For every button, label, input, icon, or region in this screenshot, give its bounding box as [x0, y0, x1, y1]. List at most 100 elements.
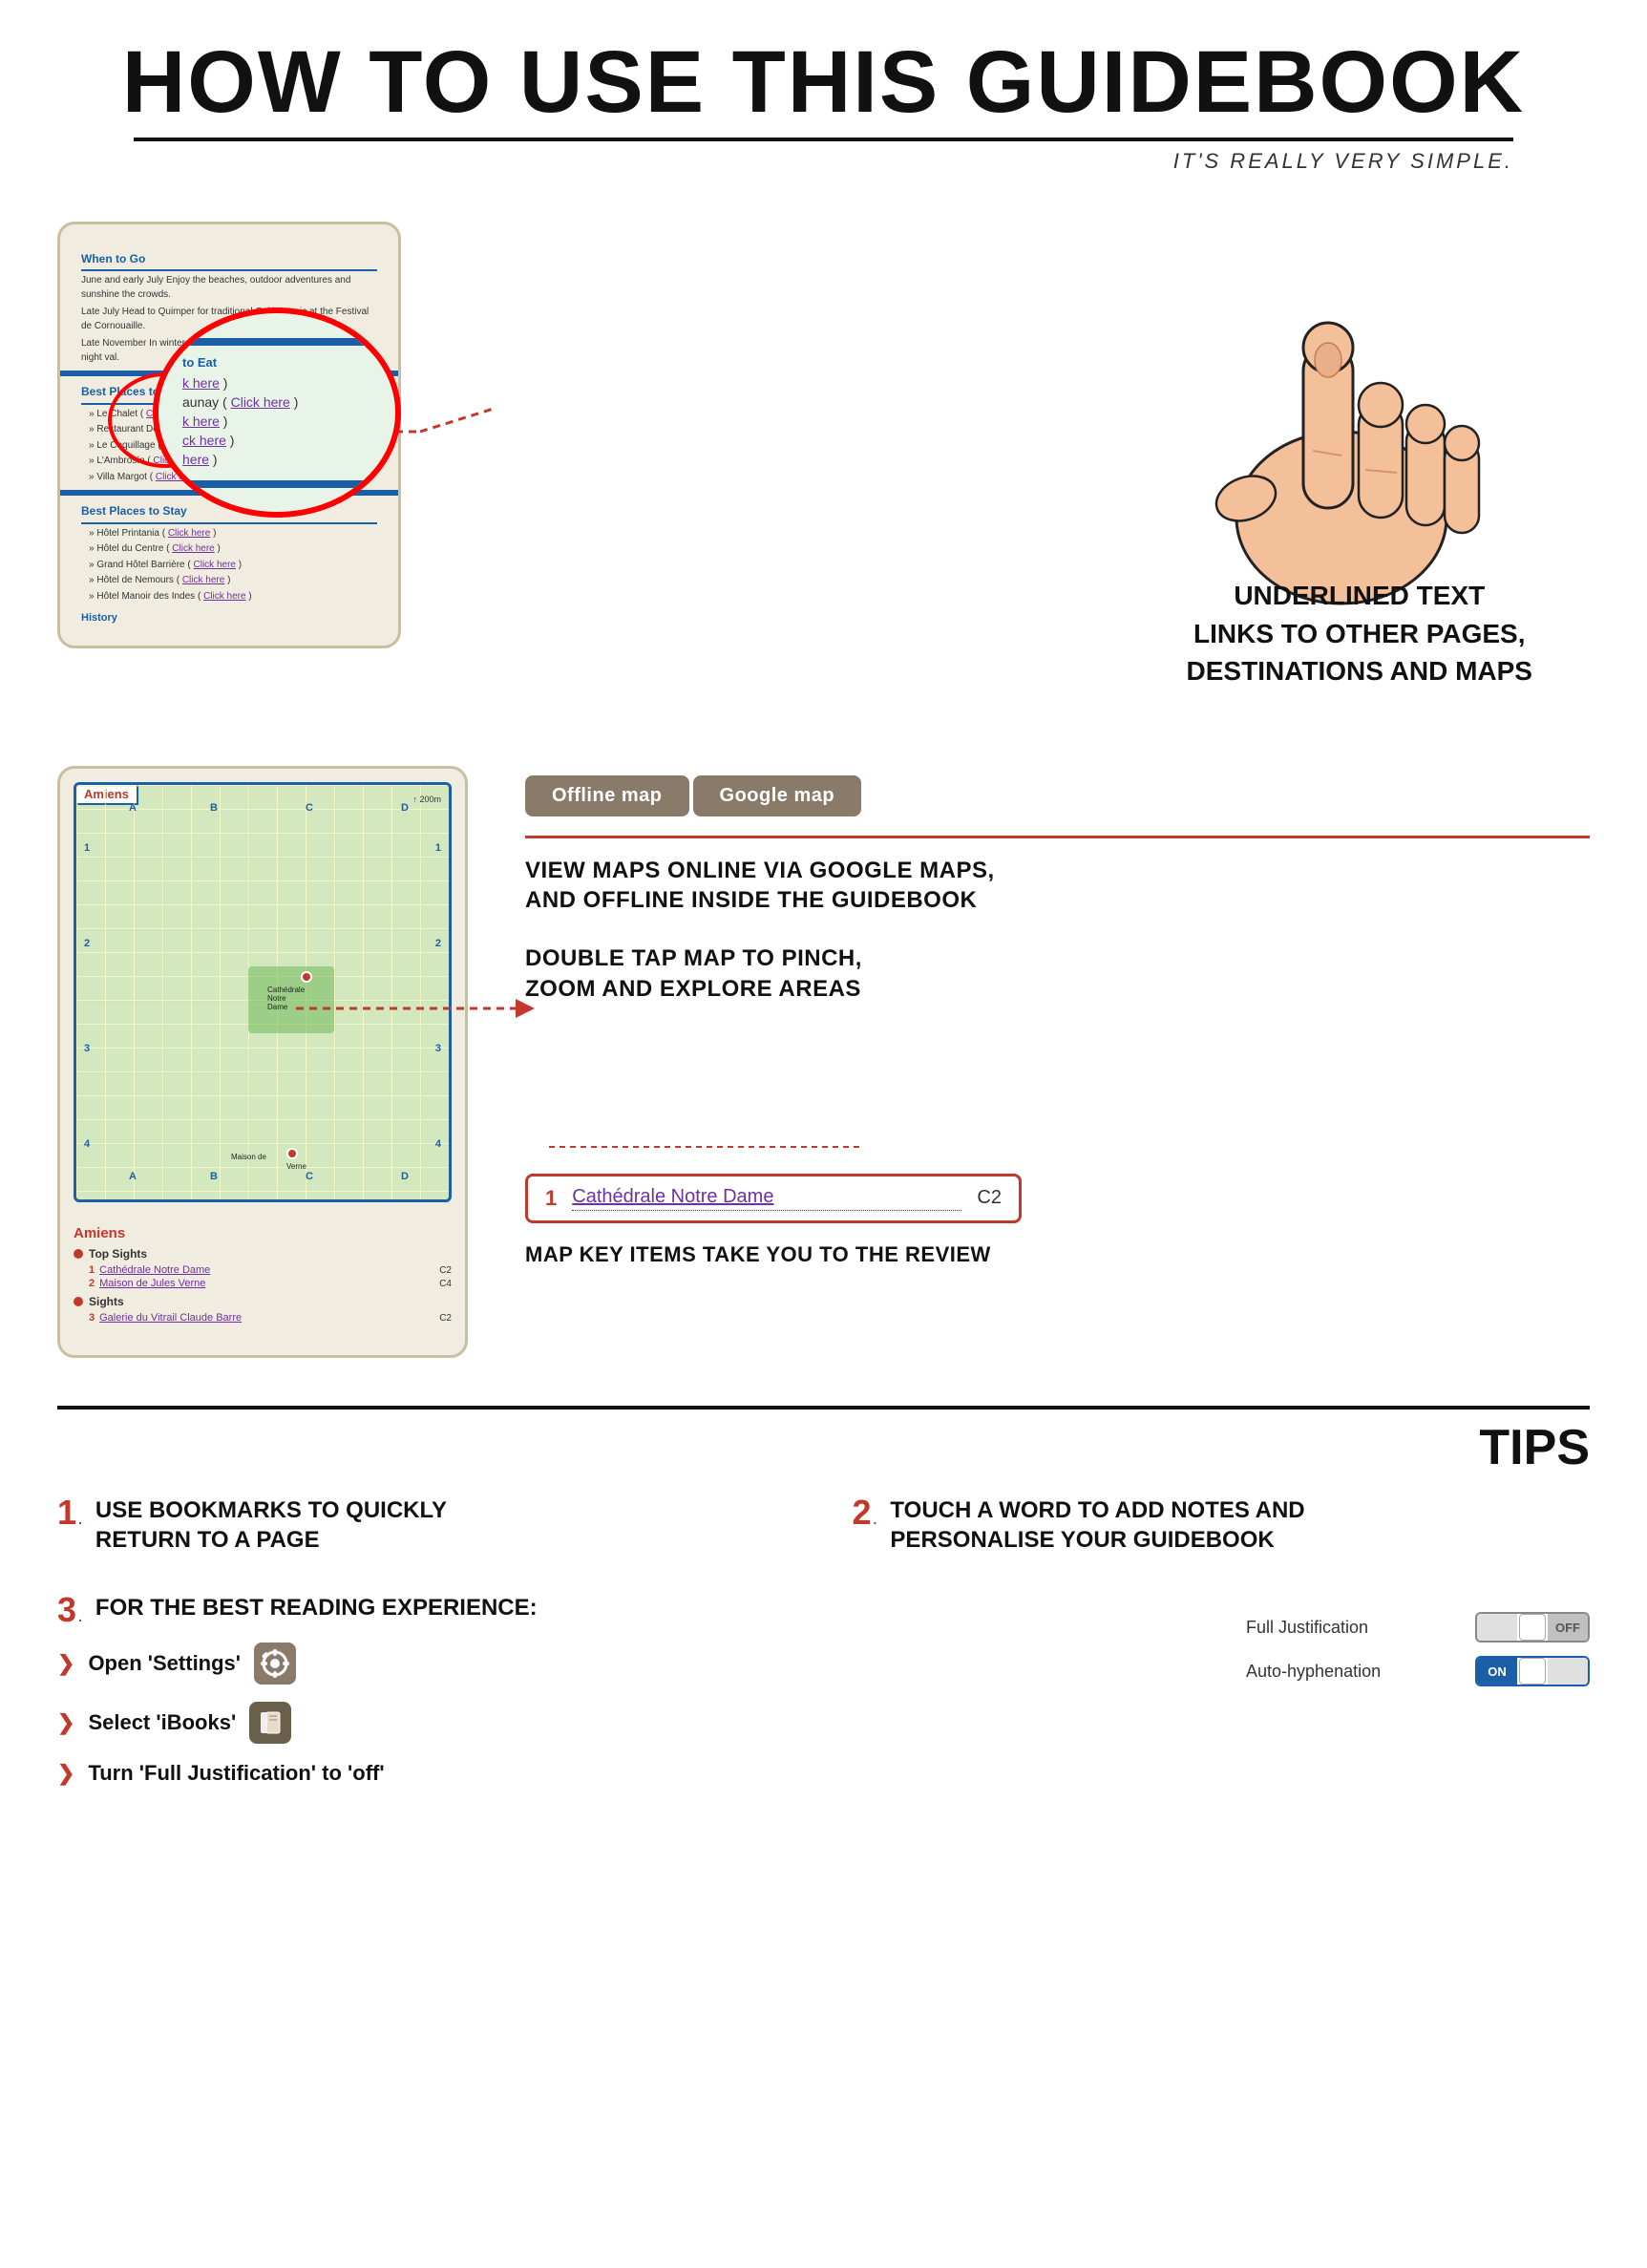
stay-item-5: Hôtel Manoir des Indes ( Click here ) [81, 590, 377, 604]
google-map-button[interactable]: Google map [693, 775, 862, 816]
highlight-area: 1 Cathédrale Notre Dame C2 MAP KEY ITEMS… [525, 1128, 1590, 1267]
stay-item-1: Hôtel Printania ( Click here ) [81, 527, 377, 541]
zoom-text: DOUBLE TAP MAP TO PINCH,ZOOM AND EXPLORE… [525, 943, 862, 1003]
top-sight-2: 2 Maison de Jules Verne C4 [74, 1278, 452, 1289]
grid-col-d: D [401, 802, 409, 814]
top-sights-label: Top Sights [89, 1247, 147, 1261]
zoom-text-block: DOUBLE TAP MAP TO PINCH,ZOOM AND EXPLORE… [525, 943, 862, 1031]
stay-link-4[interactable]: Click here [182, 575, 224, 585]
stay-item-3: Grand Hôtel Barrière ( Click here ) [81, 559, 377, 573]
settings-icon [261, 1649, 289, 1678]
highlight-coord: C2 [977, 1187, 1002, 1209]
verne-label: Verne [286, 1162, 306, 1171]
header-divider [134, 138, 1513, 141]
tip3-text-2: Select 'iBooks' [88, 1710, 236, 1735]
zoom-link-2[interactable]: Click here [231, 394, 290, 410]
sight-name-1[interactable]: Cathédrale Notre Dame [99, 1264, 439, 1276]
zoom-line-3: k here ) [182, 413, 371, 429]
tip3-left: 3. FOR THE BEST READING EXPERIENCE: ❯ Op… [57, 1593, 1189, 1803]
highlight-name[interactable]: Cathédrale Notre Dame [572, 1186, 961, 1211]
zoom-line-2: aunay ( Click here ) [182, 394, 371, 410]
grid-col-d-bot: D [401, 1171, 409, 1182]
poi-cathedral [301, 971, 312, 983]
sight-coord-1: C2 [439, 1265, 452, 1276]
zoom-line-4: ck here ) [182, 433, 371, 448]
poi-jules-verne [286, 1148, 298, 1159]
toggle-label-off-1: OFF [1548, 1614, 1588, 1641]
top-sights-header: Top Sights [74, 1247, 452, 1261]
toggle-knob-2 [1519, 1658, 1546, 1685]
stay-item-2: Hôtel du Centre ( Click here ) [81, 542, 377, 557]
tip3-icon-books [249, 1702, 291, 1744]
toggle-state-off-1 [1477, 1614, 1517, 1641]
sights-dot [74, 1297, 83, 1306]
zoom-bar-bottom [182, 480, 371, 488]
sight-num-1: 1 [89, 1264, 95, 1276]
tip3-arrow-3: ❯ [57, 1761, 74, 1786]
desc-line3: DESTINATIONS AND MAPS [1187, 652, 1532, 689]
desc-line2: LINKS TO OTHER PAGES, [1187, 615, 1532, 652]
map-mockup: Amiens A B C D 1 1 2 2 3 3 4 4 A B C D [57, 766, 468, 1358]
tip-text-2: TOUCH A WORD TO ADD NOTES ANDPERSONALISE… [890, 1495, 1304, 1555]
map-city-label: Amiens [74, 1225, 452, 1241]
tip3-sub-1: ❯ Open 'Settings' [57, 1643, 1189, 1685]
map-buttons: Offline map Google map [525, 775, 1590, 816]
zoom-line-1: k here ) [182, 375, 371, 391]
grid-col-a-bot: A [129, 1171, 137, 1182]
toggle-row-2: Auto-hyphenation ON [1246, 1656, 1590, 1686]
grid-row-3-left: 3 [84, 1043, 90, 1054]
tip-num-2: 2. [853, 1495, 877, 1530]
tip-2: 2. TOUCH A WORD TO ADD NOTES ANDPERSONAL… [853, 1495, 1591, 1555]
grid-col-b-bot: B [210, 1171, 218, 1182]
tips-grid: 1. USE BOOKMARKS TO QUICKLYRETURN TO A P… [57, 1495, 1590, 1555]
map-key-caption: MAP KEY ITEMS TAKE YOU TO THE REVIEW [525, 1242, 1590, 1267]
sight-name-2[interactable]: Maison de Jules Verne [99, 1278, 439, 1289]
zoom-link-3[interactable]: k here [182, 413, 220, 429]
toggle-label-1: Full Justification [1246, 1618, 1456, 1638]
zoom-line-5: here ) [182, 452, 371, 467]
toggle-switch-1[interactable]: OFF [1475, 1612, 1590, 1643]
toggle-label-2: Auto-hyphenation [1246, 1662, 1456, 1682]
stay-link-2[interactable]: Click here [172, 543, 214, 554]
tip3-text-1: Open 'Settings' [88, 1651, 241, 1676]
tip-num-1: 1. [57, 1495, 82, 1530]
tip3-icon-settings [254, 1643, 296, 1685]
highlight-num: 1 [545, 1186, 557, 1211]
tip3-header: 3. FOR THE BEST READING EXPERIENCE: [57, 1593, 1189, 1627]
stay-link-3[interactable]: Click here [194, 560, 236, 570]
grid-row-1-left: 1 [84, 842, 90, 854]
sight-num-2: 2 [89, 1278, 95, 1289]
zoom-link-1[interactable]: k here [182, 375, 220, 391]
zoom-link-5[interactable]: here [182, 452, 209, 467]
section-maps: Amiens A B C D 1 1 2 2 3 3 4 4 A B C D [0, 737, 1647, 1396]
when-to-go-body1: June and early July Enjoy the beaches, o… [81, 274, 377, 302]
grid-row-2-right: 2 [435, 938, 441, 949]
tip3-sub-2: ❯ Select 'iBooks' [57, 1702, 1189, 1744]
map-red-divider [525, 836, 1590, 838]
zoom-link-4[interactable]: ck here [182, 433, 226, 448]
stay-item-4: Hôtel de Nemours ( Click here ) [81, 574, 377, 588]
tips-label: TIPS [57, 1419, 1590, 1476]
tips-section: TIPS 1. USE BOOKMARKS TO QUICKLYRETURN T… [57, 1406, 1590, 1803]
sights-label: Sights [89, 1295, 124, 1308]
tip-3-section: 3. FOR THE BEST READING EXPERIENCE: ❯ Op… [57, 1593, 1590, 1803]
tip3-header-text: FOR THE BEST READING EXPERIENCE: [95, 1593, 538, 1622]
when-to-go-title: When to Go [81, 251, 377, 271]
grid-col-c-bot: C [306, 1171, 313, 1182]
sight-coord-2: C4 [439, 1279, 452, 1289]
offline-map-button[interactable]: Offline map [525, 775, 689, 816]
stay-link-5[interactable]: Click here [203, 591, 245, 602]
desc-line1: UNDERLINED TEXT [1187, 577, 1532, 614]
zoom-circle: to Eat k here ) aunay ( Click here ) k h… [153, 307, 401, 518]
toggle-state-on-2: ON [1477, 1658, 1517, 1685]
links-description: UNDERLINED TEXT LINKS TO OTHER PAGES, DE… [1187, 577, 1532, 689]
sight-name-3[interactable]: Galerie du Vitrail Claude Barre [99, 1312, 439, 1324]
section-links: When to Go June and early July Enjoy the… [57, 212, 1590, 709]
top-sights-dot [74, 1249, 83, 1259]
stay-link-1[interactable]: Click here [168, 528, 210, 539]
zoom-heading: to Eat [182, 355, 371, 370]
page-title: HOW TO USE THIS GUIDEBOOK [57, 38, 1590, 126]
toggle-switch-2[interactable]: ON [1475, 1656, 1590, 1686]
map-info-panel: Offline map Google map VIEW MAPS ONLINE … [525, 766, 1590, 1281]
maison-label: Maison de [231, 1153, 266, 1161]
